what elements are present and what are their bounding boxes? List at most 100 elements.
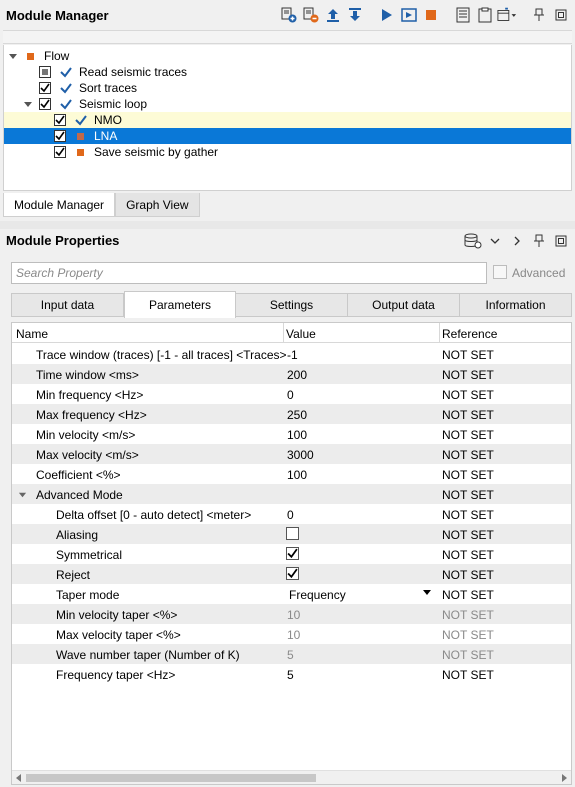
tree-item-save-seismic-by-gather[interactable]: Save seismic by gather	[4, 144, 571, 160]
property-reference: NOT SET	[442, 548, 494, 562]
tree-item-label: Read seismic traces	[79, 65, 188, 79]
add-module-icon[interactable]	[279, 5, 299, 25]
run-icon[interactable]	[377, 5, 397, 25]
tab-input-data[interactable]: Input data	[11, 293, 124, 317]
stop-icon[interactable]	[421, 5, 441, 25]
float-window-icon[interactable]	[551, 231, 571, 251]
chevron-right-icon[interactable]	[507, 231, 527, 251]
property-value[interactable]: -1	[287, 348, 298, 362]
property-row[interactable]: Taper mode Frequency NOT SET	[12, 584, 571, 604]
chevron-down-icon[interactable]	[485, 231, 505, 251]
tree-item-read-seismic-traces[interactable]: Read seismic traces	[4, 64, 571, 80]
property-row[interactable]: Max frequency <Hz> 250 NOT SET	[12, 404, 571, 424]
property-group-row[interactable]: Advanced Mode NOT SET	[12, 484, 571, 504]
property-row[interactable]: Frequency taper <Hz> 5 NOT SET	[12, 664, 571, 684]
orange-square-icon	[27, 53, 34, 60]
symmetrical-checkbox[interactable]	[286, 547, 299, 560]
orange-square-icon	[77, 149, 84, 156]
tree-item-sort-traces[interactable]: Sort traces	[4, 80, 571, 96]
tab-parameters[interactable]: Parameters	[124, 291, 236, 318]
tab-settings[interactable]: Settings	[235, 293, 348, 317]
tree-item-nmo[interactable]: NMO	[4, 112, 571, 128]
property-value[interactable]: 0	[287, 508, 294, 522]
column-header-name[interactable]: Name	[16, 327, 48, 341]
property-row[interactable]: Aliasing NOT SET	[12, 524, 571, 544]
move-down-icon[interactable]	[345, 5, 365, 25]
tab-information[interactable]: Information	[459, 293, 572, 317]
property-reference: NOT SET	[442, 588, 494, 602]
tree-item-label: Save seismic by gather	[94, 145, 219, 159]
property-row[interactable]: Time window <ms> 200 NOT SET	[12, 364, 571, 384]
property-row[interactable]: Max velocity taper <%> 10 NOT SET	[12, 624, 571, 644]
property-name: Symmetrical	[56, 548, 123, 562]
module-checkbox[interactable]	[39, 98, 51, 110]
property-reference: NOT SET	[442, 568, 494, 582]
pin-icon[interactable]	[529, 231, 549, 251]
property-name: Taper mode	[56, 588, 120, 602]
tab-output-data[interactable]: Output data	[347, 293, 460, 317]
property-row[interactable]: Min velocity <m/s> 100 NOT SET	[12, 424, 571, 444]
run-step-icon[interactable]	[399, 5, 419, 25]
property-row[interactable]: Min velocity taper <%> 10 NOT SET	[12, 604, 571, 624]
property-reference: NOT SET	[442, 508, 494, 522]
property-row[interactable]: Reject NOT SET	[12, 564, 571, 584]
flow-tree: Flow Read seismic traces Sort traces Sei…	[3, 45, 572, 191]
tree-item-label: Sort traces	[79, 81, 138, 95]
tab-module-manager[interactable]: Module Manager	[3, 193, 116, 217]
column-header-reference[interactable]: Reference	[442, 327, 497, 341]
property-value[interactable]: 200	[287, 368, 307, 382]
property-reference: NOT SET	[442, 388, 494, 402]
expand-arrow-icon[interactable]	[23, 99, 33, 109]
tab-graph-view[interactable]: Graph View	[115, 193, 200, 217]
tree-item-label: Flow	[44, 49, 70, 63]
scroll-right-icon[interactable]	[562, 774, 567, 782]
database-settings-icon[interactable]	[463, 231, 483, 251]
module-checkbox[interactable]	[54, 146, 66, 158]
property-tabs: Input data Settings Output data Informat…	[11, 291, 572, 318]
scroll-left-icon[interactable]	[16, 774, 21, 782]
check-status-icon	[60, 67, 72, 78]
property-row[interactable]: Max velocity <m/s> 3000 NOT SET	[12, 444, 571, 464]
aliasing-checkbox[interactable]	[286, 527, 299, 540]
advanced-checkbox[interactable]	[493, 265, 507, 279]
horizontal-scrollbar[interactable]	[12, 770, 571, 784]
property-grid: Name Value Reference Trace window (trace…	[11, 322, 572, 785]
property-reference: NOT SET	[442, 348, 494, 362]
pin-icon[interactable]	[529, 5, 549, 25]
module-checkbox[interactable]	[54, 130, 66, 142]
float-window-icon[interactable]	[551, 5, 571, 25]
property-row[interactable]: Symmetrical NOT SET	[12, 544, 571, 564]
reject-checkbox[interactable]	[286, 567, 299, 580]
module-checkbox[interactable]	[54, 114, 66, 126]
property-value[interactable]: 0	[287, 388, 294, 402]
property-value[interactable]: 5	[287, 668, 294, 682]
move-up-icon[interactable]	[323, 5, 343, 25]
search-property-input[interactable]: Search Property	[11, 262, 487, 284]
collapse-arrow-icon[interactable]	[18, 490, 27, 499]
property-row[interactable]: Delta offset [0 - auto detect] <meter> 0…	[12, 504, 571, 524]
log-icon[interactable]	[453, 5, 473, 25]
taper-mode-dropdown[interactable]: Frequency	[289, 588, 346, 602]
property-row[interactable]: Trace window (traces) [-1 - all traces] …	[12, 344, 571, 364]
dropdown-arrow-icon[interactable]	[423, 590, 431, 596]
partial-checkbox[interactable]	[39, 66, 51, 78]
panel-splitter[interactable]	[0, 221, 575, 229]
property-value[interactable]: 3000	[287, 448, 314, 462]
property-value[interactable]: 100	[287, 468, 307, 482]
clipboard-icon[interactable]	[475, 5, 495, 25]
scrollbar-thumb[interactable]	[26, 774, 316, 782]
expand-arrow-icon[interactable]	[8, 51, 18, 61]
property-name: Max frequency <Hz>	[36, 408, 147, 422]
property-value[interactable]: 100	[287, 428, 307, 442]
tree-item-flow[interactable]: Flow	[4, 48, 571, 64]
column-header-value[interactable]: Value	[286, 327, 316, 341]
property-value[interactable]: 250	[287, 408, 307, 422]
window-options-icon[interactable]	[497, 5, 517, 25]
tree-item-seismic-loop[interactable]: Seismic loop	[4, 96, 571, 112]
property-row[interactable]: Coefficient <%> 100 NOT SET	[12, 464, 571, 484]
module-checkbox[interactable]	[39, 82, 51, 94]
property-row[interactable]: Wave number taper (Number of K) 5 NOT SE…	[12, 644, 571, 664]
remove-module-icon[interactable]	[301, 5, 321, 25]
property-row[interactable]: Min frequency <Hz> 0 NOT SET	[12, 384, 571, 404]
tree-item-lna[interactable]: LNA	[4, 128, 571, 144]
